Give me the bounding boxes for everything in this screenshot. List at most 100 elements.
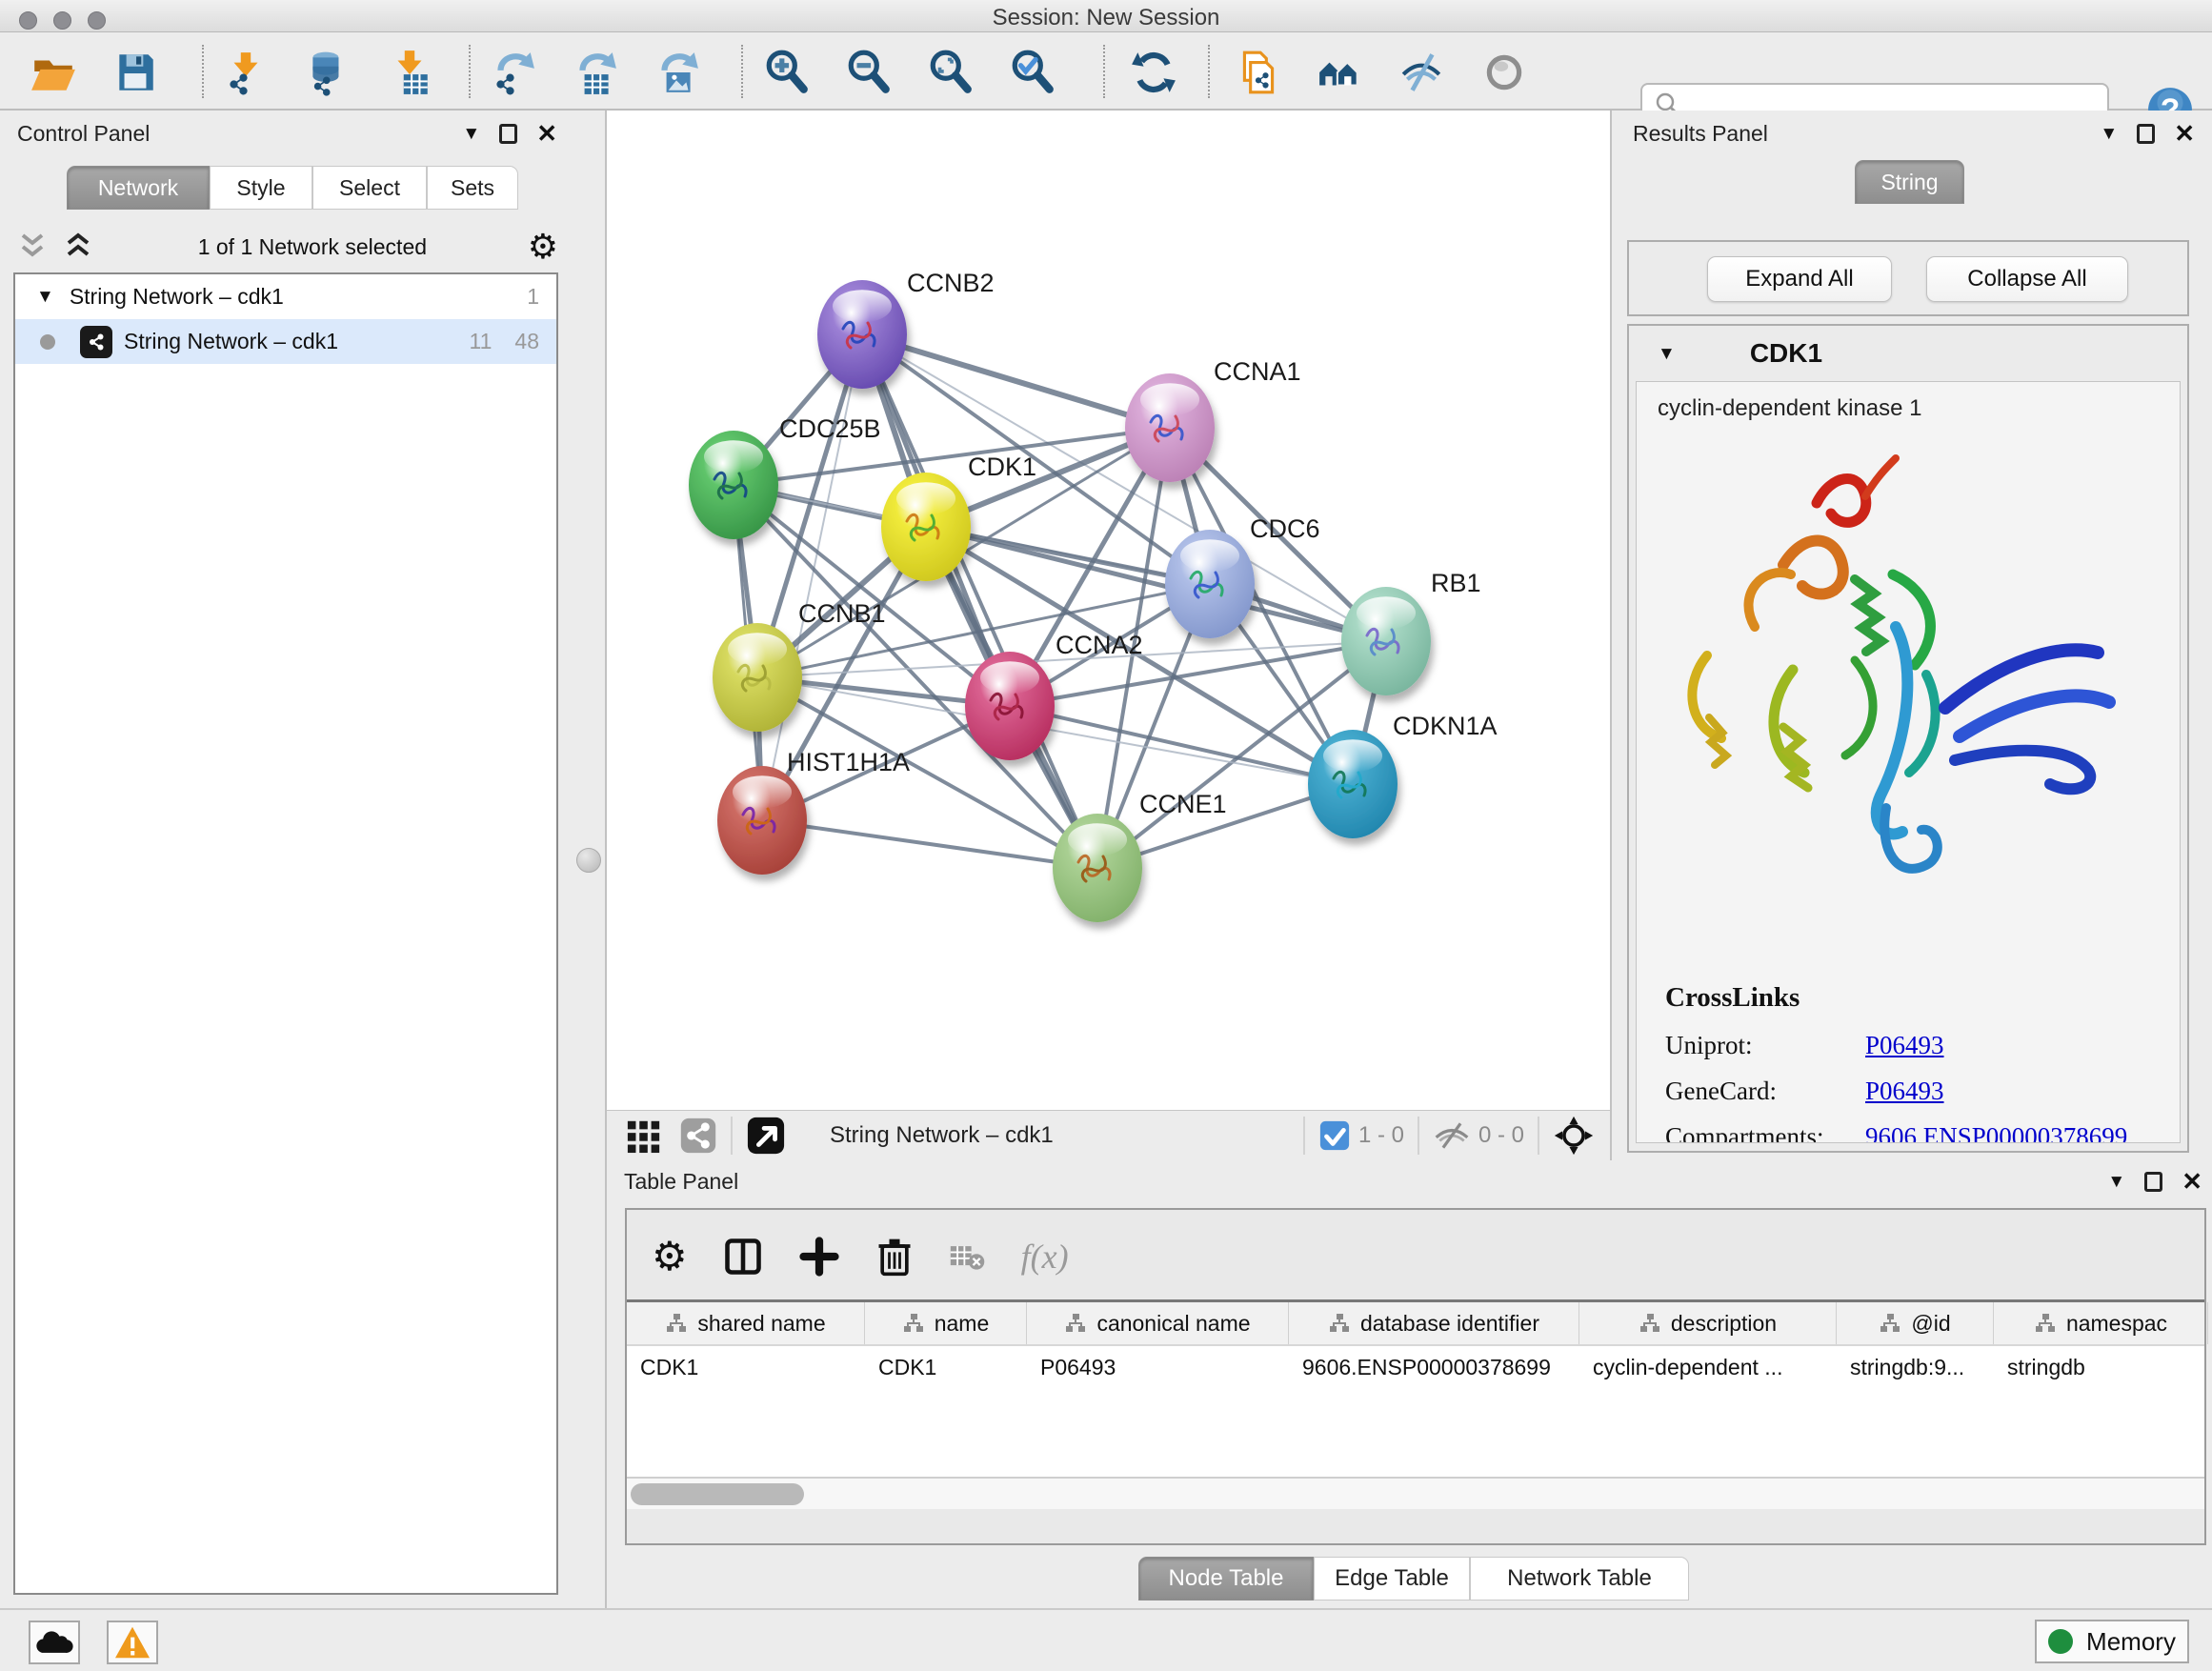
column-header-description[interactable]: description [1579, 1302, 1837, 1344]
table-cell[interactable]: stringdb [1994, 1346, 2208, 1389]
network-badge-icon[interactable] [679, 1117, 717, 1155]
cloud-button[interactable] [29, 1621, 80, 1664]
panel-menu-icon[interactable]: ▼ [462, 125, 480, 143]
network-node-cdk1[interactable]: CDK1 [881, 453, 1036, 581]
network-edge[interactable] [862, 334, 1097, 868]
table-cell[interactable]: stringdb:9... [1837, 1346, 1994, 1389]
network-node-ccnb1[interactable]: CCNB1 [713, 599, 886, 732]
collapse-node-icon[interactable]: ▼ [36, 287, 54, 308]
scrollbar-thumb[interactable] [631, 1483, 804, 1505]
delete-table-icon[interactable] [949, 1240, 987, 1273]
close-panel-icon[interactable]: ✕ [2174, 121, 2195, 146]
column-header--id[interactable]: @id [1837, 1302, 1994, 1344]
crosslink-link[interactable]: P06493 [1865, 1031, 1944, 1060]
tab-sets[interactable]: Sets [427, 166, 518, 210]
table-tabs: Node TableEdge TableNetwork Table [1138, 1557, 1689, 1601]
export-image-button[interactable] [652, 48, 701, 97]
collapse-all-icon[interactable] [13, 228, 51, 266]
gene-section: ▼ CDK1 cyclin-dependent kinase 1 [1627, 324, 2189, 1153]
open-in-window-icon[interactable] [746, 1116, 786, 1156]
home-button[interactable] [1316, 48, 1365, 97]
warnings-button[interactable] [107, 1621, 158, 1664]
node-table: shared name name canonical name database… [627, 1299, 2204, 1509]
annotation-button[interactable] [1234, 48, 1283, 97]
network-options-gear-icon[interactable]: ⚙ [528, 230, 558, 264]
import-database-button[interactable] [303, 48, 352, 97]
column-header-namespac[interactable]: namespac [1994, 1302, 2208, 1344]
open-folder-button[interactable] [29, 48, 78, 97]
table-options-gear-icon[interactable]: ⚙ [652, 1237, 688, 1277]
table-row[interactable]: CDK1CDK1P064939606.ENSP00000378699cyclin… [627, 1346, 2204, 1389]
network-edge[interactable] [862, 334, 1170, 428]
hide-button[interactable] [1398, 48, 1447, 97]
horizontal-scrollbar[interactable] [627, 1477, 2204, 1509]
float-panel-icon[interactable] [2144, 1172, 2162, 1192]
collapse-all-button[interactable]: Collapse All [1926, 256, 2128, 302]
tab-network[interactable]: Network [67, 166, 210, 210]
network-node-ccne1[interactable]: CCNE1 [1053, 790, 1227, 922]
panel-menu-icon[interactable]: ▼ [2100, 125, 2118, 143]
tab-network-table[interactable]: Network Table [1470, 1557, 1689, 1601]
panel-menu-icon[interactable]: ▼ [2107, 1173, 2125, 1191]
zoom-out-button[interactable] [844, 48, 894, 97]
network-node-cdkn1a[interactable]: CDKN1A [1308, 712, 1498, 838]
network-tree-row[interactable]: String Network – cdk1 11 48 [15, 319, 556, 364]
network-selected-count: 1 of 1 Network selected [97, 234, 528, 260]
hidden-eye-icon[interactable] [1433, 1119, 1471, 1152]
table-cell[interactable]: CDK1 [627, 1346, 865, 1389]
delete-column-icon[interactable] [875, 1236, 915, 1278]
zoom-fit-button[interactable] [926, 48, 975, 97]
float-panel-icon[interactable] [2137, 124, 2155, 144]
splitter-handle[interactable] [576, 848, 601, 873]
network-canvas[interactable]: CCNB2 CCNA1 CDC25B CDK1 CDC6 [607, 111, 1610, 1110]
show-columns-icon[interactable] [722, 1236, 764, 1278]
column-header-database-identifier[interactable]: database identifier [1289, 1302, 1579, 1344]
zoom-in-button[interactable] [762, 48, 812, 97]
tab-string[interactable]: String [1855, 160, 1964, 204]
column-header-shared-name[interactable]: shared name [627, 1302, 865, 1344]
import-network-button[interactable] [221, 48, 271, 97]
table-cell[interactable]: cyclin-dependent ... [1579, 1346, 1837, 1389]
table-cell[interactable]: 9606.ENSP00000378699 [1289, 1346, 1579, 1389]
export-table-button[interactable] [570, 48, 619, 97]
float-panel-icon[interactable] [499, 124, 517, 144]
network-node-rb1[interactable]: RB1 [1341, 569, 1481, 695]
table-cell[interactable]: CDK1 [865, 1346, 1027, 1389]
network-view[interactable]: CCNB2 CCNA1 CDC25B CDK1 CDC6 [607, 111, 1610, 1160]
tab-edge-table[interactable]: Edge Table [1314, 1557, 1470, 1601]
close-panel-icon[interactable]: ✕ [2182, 1169, 2202, 1194]
expand-all-icon[interactable] [59, 228, 97, 266]
network-nodes[interactable]: CCNB2 CCNA1 CDC25B CDK1 CDC6 [689, 269, 1498, 922]
birds-eye-view-icon[interactable] [1553, 1115, 1595, 1157]
network-node-hist1h1a[interactable]: HIST1H1A [717, 748, 910, 875]
selected-checkbox-icon[interactable] [1318, 1119, 1351, 1152]
zoom-selected-button[interactable] [1008, 48, 1057, 97]
import-table-button[interactable] [385, 48, 434, 97]
column-header-name[interactable]: name [865, 1302, 1027, 1344]
export-network-button[interactable] [488, 48, 537, 97]
memory-button[interactable]: Memory [2035, 1620, 2189, 1663]
expand-all-button[interactable]: Expand All [1707, 256, 1892, 302]
function-builder-icon[interactable]: f(x) [1021, 1237, 1069, 1277]
show-icon [1480, 49, 1528, 96]
tab-node-table[interactable]: Node Table [1138, 1557, 1314, 1601]
close-panel-icon[interactable]: ✕ [536, 121, 557, 146]
column-header-canonical-name[interactable]: canonical name [1027, 1302, 1289, 1344]
crosslink-link[interactable]: 9606.ENSP00000378699 [1865, 1122, 2127, 1143]
grid-view-icon[interactable] [626, 1117, 662, 1154]
network-node-ccnb2[interactable]: CCNB2 [817, 269, 995, 389]
add-column-icon[interactable] [798, 1236, 840, 1278]
tab-select[interactable]: Select [312, 166, 427, 210]
network-node-ccna1[interactable]: CCNA1 [1125, 357, 1301, 482]
network-tree-row[interactable]: ▼ String Network – cdk1 1 [15, 274, 556, 319]
show-button[interactable] [1479, 48, 1529, 97]
collapse-section-icon[interactable]: ▼ [1658, 345, 1676, 363]
network-edge[interactable] [762, 820, 1097, 868]
table-cell[interactable]: P06493 [1027, 1346, 1289, 1389]
network-edge[interactable] [1010, 706, 1353, 784]
tab-style[interactable]: Style [210, 166, 312, 210]
refresh-button[interactable] [1129, 48, 1178, 97]
crosslink-link[interactable]: P06493 [1865, 1077, 1944, 1106]
node-label: CCNB2 [907, 269, 995, 297]
save-button[interactable] [111, 48, 160, 97]
